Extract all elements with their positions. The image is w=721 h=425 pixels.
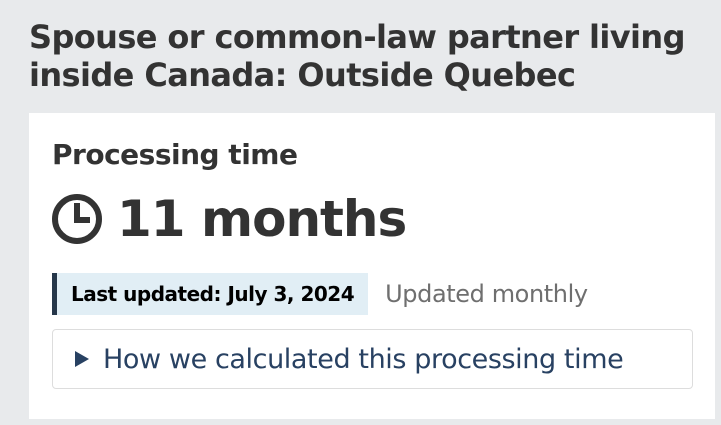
processing-time-row: 11 months [51,189,407,249]
last-updated-badge: Last updated: July 3, 2024 [52,273,369,315]
processing-time-value: 11 months [117,190,407,248]
processing-time-card: Processing time 11 months Last updated: … [29,113,715,419]
page-heading: Spouse or common-law partner living insi… [29,18,686,94]
card-title: Processing time [52,138,298,171]
triangle-right-icon [75,351,89,367]
calculation-details-toggle[interactable]: How we calculated this processing time [52,329,693,389]
details-summary-label: How we calculated this processing time [103,343,624,375]
update-info-row: Last updated: July 3, 2024 Updated month… [52,273,588,315]
update-frequency: Updated monthly [385,280,588,308]
clock-icon [51,193,103,245]
